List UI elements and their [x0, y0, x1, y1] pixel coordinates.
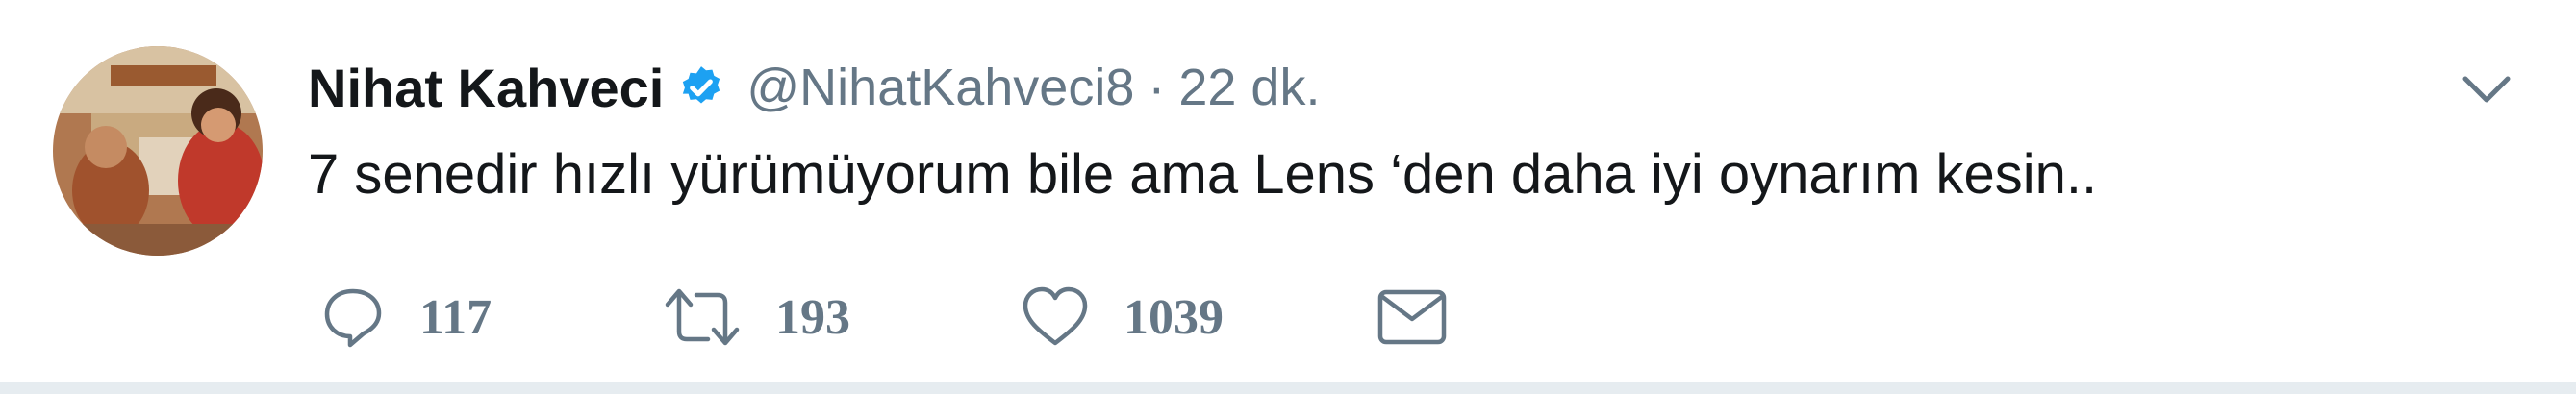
tweet-header: Nihat Kahveci @NihatKahveci8 · 22 dk.: [308, 50, 1320, 125]
heart-icon: [1023, 286, 1088, 346]
verified-badge-icon: [677, 63, 725, 111]
direct-message-button[interactable]: [1376, 274, 1449, 360]
tweet-timestamp[interactable]: 22 dk.: [1178, 58, 1320, 117]
reply-count: 117: [419, 289, 492, 345]
tweet-card[interactable]: Nihat Kahveci @NihatKahveci8 · 22 dk. 7 …: [0, 0, 2576, 382]
reply-icon: [324, 288, 382, 348]
chevron-down-icon: [2462, 76, 2511, 103]
tweet-menu-button[interactable]: [2456, 63, 2517, 115]
retweet-button[interactable]: 193: [662, 274, 850, 360]
avatar[interactable]: [53, 46, 263, 256]
envelope-icon: [1377, 289, 1447, 345]
tweet-actions: 117 193 1039: [308, 274, 1558, 360]
avatar-photo: [53, 46, 263, 256]
like-count: 1039: [1124, 289, 1224, 345]
tweet-divider: [0, 382, 2576, 394]
user-handle[interactable]: @NihatKahveci8: [746, 58, 1134, 117]
reply-button[interactable]: 117: [319, 274, 492, 360]
retweet-count: 193: [775, 289, 850, 345]
user-name[interactable]: Nihat Kahveci: [308, 57, 664, 119]
tweet-text: 7 senedir hızlı yürümüyorum bile ama Len…: [308, 143, 2098, 206]
retweet-icon: [665, 288, 740, 346]
like-button[interactable]: 1039: [1020, 274, 1224, 360]
header-separator: ·: [1148, 59, 1166, 116]
